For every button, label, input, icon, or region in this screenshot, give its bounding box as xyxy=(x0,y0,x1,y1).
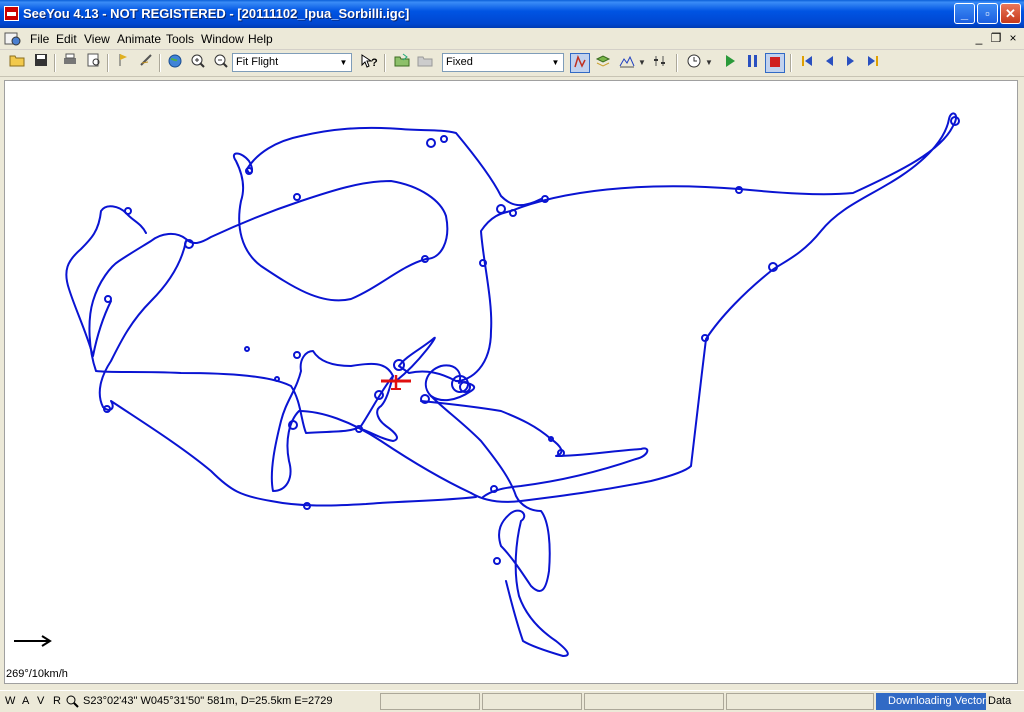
toolbar-separator xyxy=(54,54,56,72)
mdi-close-button[interactable]: × xyxy=(1006,31,1020,45)
track-segment xyxy=(270,350,472,494)
skip-to-end-icon[interactable] xyxy=(863,53,883,73)
toolbar-separator xyxy=(790,54,792,72)
statistics-icon[interactable] xyxy=(650,53,670,73)
context-help-icon[interactable]: ? xyxy=(359,53,379,73)
track-segment xyxy=(420,400,649,498)
print-icon[interactable] xyxy=(60,53,80,73)
wind-readout: 269°/10km/h xyxy=(6,668,68,680)
minimize-button[interactable]: _ xyxy=(954,3,975,24)
title-bar: SeeYou 4.13 - NOT REGISTERED - [20111102… xyxy=(0,0,1024,28)
chevron-down-icon[interactable]: ▼ xyxy=(637,53,647,73)
thermal-circle xyxy=(244,346,250,352)
menu-file[interactable]: File xyxy=(30,32,49,46)
open-folder-icon[interactable] xyxy=(7,53,27,73)
chevron-down-icon[interactable]: ▼ xyxy=(704,53,714,73)
trace-icon[interactable] xyxy=(570,53,590,73)
toolbar: Fit Flight ▼ ? Fixed ▼ ▼ ▼ xyxy=(0,50,1024,77)
thermal-circles xyxy=(103,116,960,565)
pause-icon[interactable] xyxy=(743,53,763,73)
track-segment xyxy=(360,375,398,442)
view-mode-value: Fixed xyxy=(446,56,473,68)
globe-icon[interactable] xyxy=(165,53,185,73)
wind-arrow-icon xyxy=(14,635,52,647)
track-segment xyxy=(455,112,958,503)
thermal-circle xyxy=(440,135,448,143)
track-segment xyxy=(65,205,147,357)
menu-bar: File Edit View Animate Tools Window Help… xyxy=(0,28,1024,50)
clock-icon[interactable] xyxy=(684,53,704,73)
menu-animate[interactable]: Animate xyxy=(117,32,161,46)
mdi-minimize-button[interactable]: _ xyxy=(972,31,986,45)
thermal-circle xyxy=(490,485,498,493)
thermal-circle xyxy=(509,209,517,217)
toolbar-separator xyxy=(384,54,386,72)
svg-text:?: ? xyxy=(371,57,378,69)
zoom-out-icon[interactable] xyxy=(211,53,231,73)
thermal-circle xyxy=(104,295,112,303)
thermal-circle xyxy=(701,334,709,342)
barogram-icon[interactable] xyxy=(617,53,637,73)
import-icon[interactable] xyxy=(392,53,412,73)
skip-to-start-icon[interactable] xyxy=(797,53,817,73)
menu-edit[interactable]: Edit xyxy=(56,32,77,46)
app-icon[interactable] xyxy=(4,6,19,21)
status-bar: W A V R S23°02'43" W045°31'50" 581m, D=2… xyxy=(0,690,1024,712)
zoom-in-icon[interactable] xyxy=(188,53,208,73)
toolbar-separator xyxy=(107,54,109,72)
task-edit-icon[interactable] xyxy=(137,53,157,73)
mdi-restore-button[interactable]: ❐ xyxy=(989,31,1003,45)
menu-window[interactable]: Window xyxy=(201,32,244,46)
menu-view[interactable]: View xyxy=(84,32,110,46)
download-data-label: Data xyxy=(988,695,1012,707)
cursor-position-readout: S23°02'43" W045°31'50" 581m, D=25.5km E=… xyxy=(83,695,333,707)
map-view[interactable]: 269°/10km/h xyxy=(4,80,1018,684)
status-v-label: V xyxy=(37,695,45,707)
toolbar-separator xyxy=(159,54,161,72)
menu-help[interactable]: Help xyxy=(248,32,273,46)
play-icon[interactable] xyxy=(720,53,740,73)
zoom-mode-value: Fit Flight xyxy=(236,56,279,68)
maximize-button[interactable]: ▫ xyxy=(977,3,998,24)
download-progress: Downloading Vector xyxy=(876,693,986,710)
thermal-circle xyxy=(493,557,501,565)
chevron-down-icon[interactable]: ▼ xyxy=(549,55,562,70)
print-preview-icon[interactable] xyxy=(84,53,104,73)
thermal-circle xyxy=(479,259,487,267)
flight-track-canvas[interactable] xyxy=(5,81,1017,683)
thermal-circle xyxy=(426,138,436,148)
thermal-circle xyxy=(293,193,301,201)
thermal-circle xyxy=(541,195,549,203)
step-forward-icon[interactable] xyxy=(841,53,861,73)
close-button[interactable]: ✕ xyxy=(1000,3,1021,24)
status-panel xyxy=(482,693,582,710)
status-w-label: W xyxy=(5,695,16,707)
status-panel xyxy=(726,693,874,710)
save-icon[interactable] xyxy=(31,53,51,73)
thermal-circle xyxy=(293,351,301,359)
status-r-label: R xyxy=(53,695,61,707)
flight-track xyxy=(65,112,958,657)
thermal-circle xyxy=(496,204,506,214)
map-layers-icon[interactable] xyxy=(593,53,613,73)
window-title: SeeYou 4.13 - NOT REGISTERED - [20111102… xyxy=(23,6,410,21)
status-panel xyxy=(584,693,724,710)
toolbar-separator xyxy=(676,54,678,72)
zoom-mode-select[interactable]: Fit Flight ▼ xyxy=(232,53,352,72)
view-mode-select[interactable]: Fixed ▼ xyxy=(442,53,564,72)
export-icon[interactable] xyxy=(415,53,435,73)
chevron-down-icon[interactable]: ▼ xyxy=(337,55,350,70)
waypoint-flag-icon[interactable] xyxy=(113,53,133,73)
thermal-circle xyxy=(274,376,280,382)
magnifier-icon[interactable] xyxy=(66,695,79,711)
status-panel xyxy=(380,693,480,710)
stop-icon[interactable] xyxy=(765,53,785,73)
document-icon[interactable] xyxy=(3,31,23,47)
menu-tools[interactable]: Tools xyxy=(166,32,194,46)
thermal-circle xyxy=(124,207,132,215)
step-back-icon[interactable] xyxy=(819,53,839,73)
thermal-circle xyxy=(245,167,253,175)
status-a-label: A xyxy=(22,695,30,707)
